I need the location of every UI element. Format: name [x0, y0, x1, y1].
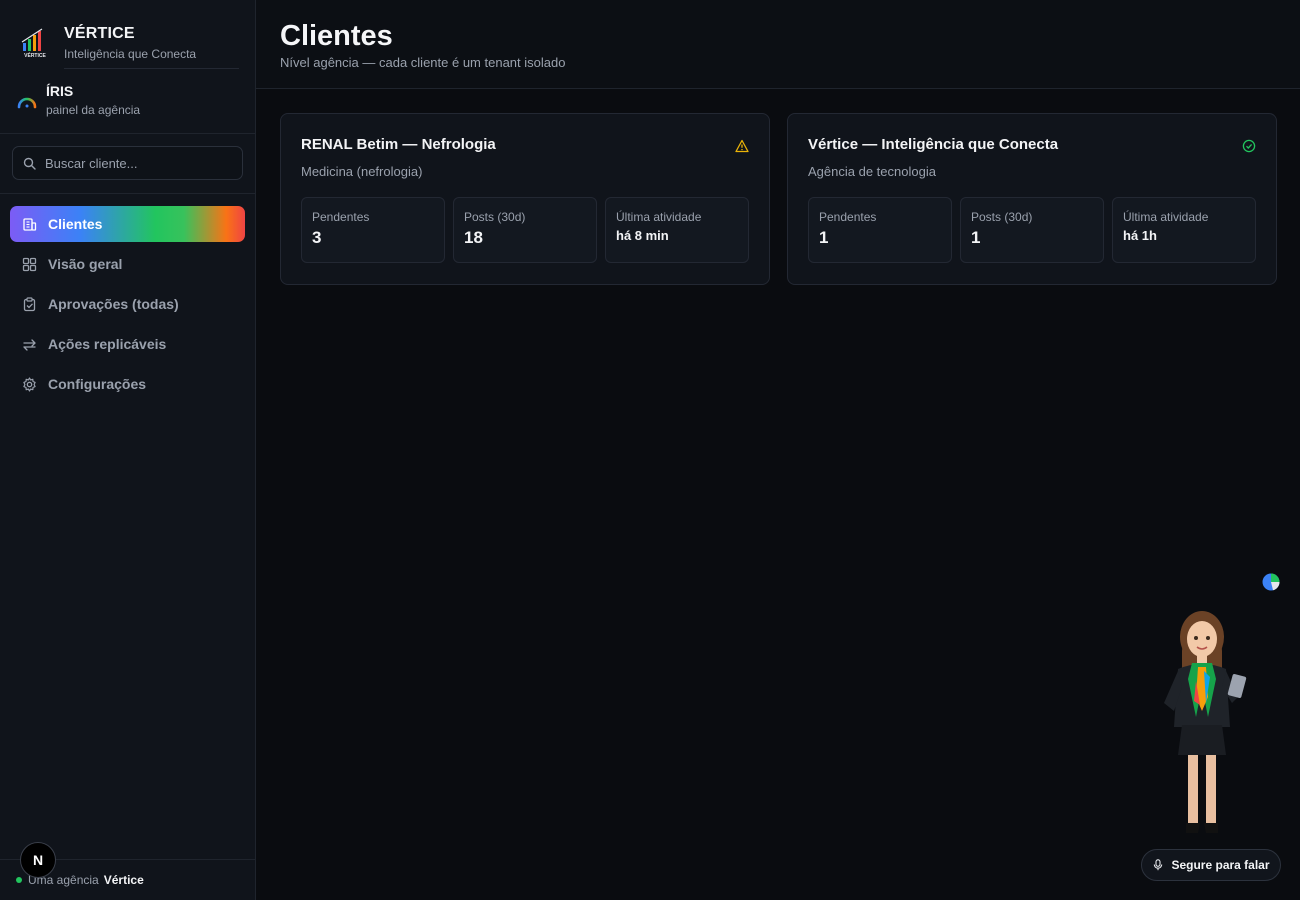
search-input[interactable] [45, 155, 225, 171]
client-name: RENAL Betim — Nefrologia [301, 136, 496, 153]
sidebar-item-visao-geral[interactable]: Visão geral [10, 246, 245, 282]
assistant-pie-icon[interactable] [1261, 572, 1281, 592]
stat-value: 3 [312, 228, 322, 247]
client-card[interactable]: Vértice — Inteligência que Conecta Agênc… [787, 113, 1277, 285]
clipboard-check-icon [23, 296, 36, 311]
assistant-avatar-illustration[interactable] [1152, 607, 1252, 839]
brand-name: VÉRTICE [64, 25, 135, 42]
sidebar-item-clientes[interactable]: Clientes [10, 206, 245, 242]
stat-label: Última atividade [1123, 210, 1209, 224]
status-dot [16, 877, 22, 883]
assistant-subtitle: painel da agência [46, 103, 141, 117]
microphone-icon [1154, 859, 1163, 871]
stat-label: Posts (30d) [464, 210, 526, 224]
stat-label: Pendentes [312, 210, 370, 224]
search-icon [23, 157, 36, 170]
check-circle-icon [1242, 139, 1256, 153]
client-segment: Medicina (nefrologia) [301, 164, 423, 179]
sidebar: VÉRTICE VÉRTICE Inteligência que Conecta… [0, 0, 256, 900]
stat-value: 18 [464, 228, 483, 247]
client-cards: RENAL Betim — Nefrologia Medicina (nefro… [280, 113, 1277, 285]
stat-value: 1 [819, 228, 829, 247]
stat-pendentes: Pendentes 3 [301, 197, 445, 263]
assistant-header: ÍRIS painel da agência [0, 69, 255, 133]
push-to-talk-label: Segure para falar [1171, 858, 1270, 872]
stat-value: há 8 min [616, 228, 669, 243]
iris-arc-icon [17, 97, 37, 109]
next-dev-badge[interactable]: N [20, 842, 56, 878]
sidebar-item-acoes-replicaveis[interactable]: Ações replicáveis [10, 326, 245, 362]
brand-header[interactable]: VÉRTICE VÉRTICE Inteligência que Conecta [0, 0, 255, 68]
sidebar-item-label: Aprovações (todas) [48, 296, 179, 312]
stat-value: 1 [971, 228, 981, 247]
page-header: Clientes Nível agência — cada cliente é … [256, 0, 1300, 89]
main-content: Clientes Nível agência — cada cliente é … [256, 0, 1300, 900]
grid-icon [22, 257, 37, 271]
stat-posts: Posts (30d) 1 [960, 197, 1104, 263]
sidebar-item-label: Ações replicáveis [48, 336, 167, 352]
client-name: Vértice — Inteligência que Conecta [808, 136, 1059, 153]
push-to-talk-button[interactable]: Segure para falar [1141, 849, 1281, 881]
stat-posts: Posts (30d) 18 [453, 197, 597, 263]
page-subtitle: Nível agência — cada cliente é um tenant… [280, 55, 566, 70]
page-title: Clientes [280, 20, 393, 52]
stat-label: Posts (30d) [971, 210, 1033, 224]
svg-text:VÉRTICE: VÉRTICE [24, 51, 46, 59]
sidebar-item-label: Configurações [48, 376, 147, 392]
client-card[interactable]: RENAL Betim — Nefrologia Medicina (nefro… [280, 113, 770, 285]
stat-ultima-atividade: Última atividade há 8 min [605, 197, 749, 263]
client-segment: Agência de tecnologia [808, 164, 936, 179]
sidebar-nav: Clientes Visão geral Aprovações (todas) [0, 194, 255, 402]
brand-tagline: Inteligência que Conecta [64, 47, 197, 61]
sidebar-item-aprovacoes[interactable]: Aprovações (todas) [10, 286, 245, 322]
brand-logo: VÉRTICE [20, 26, 50, 60]
stat-value: há 1h [1123, 228, 1157, 243]
sidebar-item-label: Clientes [48, 216, 103, 232]
warning-icon [735, 139, 749, 153]
search-box[interactable] [12, 146, 243, 180]
sidebar-item-label: Visão geral [48, 256, 123, 272]
stat-label: Pendentes [819, 210, 877, 224]
stat-ultima-atividade: Última atividade há 1h [1112, 197, 1256, 263]
sidebar-item-configuracoes[interactable]: Configurações [10, 366, 245, 402]
assistant-name: ÍRIS [46, 83, 74, 99]
stat-pendentes: Pendentes 1 [808, 197, 952, 263]
building-icon [23, 217, 37, 231]
footer-agency: Vértice [103, 873, 144, 887]
repeat-arrows-icon [23, 338, 36, 351]
stat-label: Última atividade [616, 210, 702, 224]
gear-icon [23, 376, 36, 392]
